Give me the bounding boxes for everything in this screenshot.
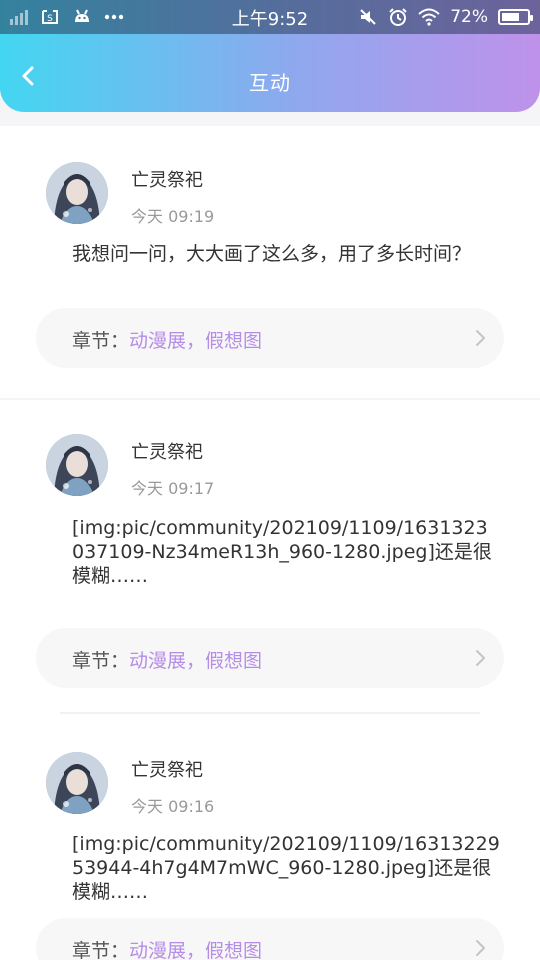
comment-time: 今天 09:16 [131,797,215,816]
divider [60,712,480,714]
wifi-icon [418,8,440,26]
chevron-right-icon [476,940,485,956]
comment-text: 我想问一问，大大画了这么多，用了多长时间？ [72,243,472,265]
chapter-label: 章节：动漫展，假想图 [72,936,262,960]
mute-icon [360,9,376,25]
status-bar: S 上午9:52 72% [0,0,540,34]
comment-text: [img:pic/community/202109/1109/163132303… [72,517,492,587]
status-right-icons: 72% [358,5,533,29]
avatar[interactable] [46,752,108,814]
title-bar: 互动 [0,34,540,112]
chapter-name: 动漫展，假想图 [129,940,263,960]
chapter-prefix: 章节： [72,940,130,960]
battery-fill [502,13,520,21]
chapter-label: 章节：动漫展，假想图 [72,646,262,673]
username: 亡灵祭祀 [131,760,203,781]
header: S 上午9:52 72% 互动 [0,0,540,112]
comment-time: 今天 09:17 [131,479,215,498]
chapter-prefix: 章节： [72,650,130,672]
page-title: 互动 [249,71,291,95]
chapter-prefix: 章节： [72,330,130,352]
chapter-link-row[interactable]: 章节：动漫展，假想图 [36,918,504,960]
comment-card: 亡灵祭祀 今天 09:19 我想问一问，大大画了这么多，用了多长时间？ 章节：动… [0,126,540,398]
username: 亡灵祭祀 [131,442,203,463]
comment-card: 亡灵祭祀 今天 09:17 [img:pic/community/202109/… [0,400,540,716]
comment-card: 亡灵祭祀 今天 09:16 [img:pic/community/202109/… [0,716,540,960]
chevron-right-icon [476,330,485,346]
avatar[interactable] [46,162,108,224]
chapter-label: 章节：动漫展，假想图 [72,326,262,353]
comment-time: 今天 09:19 [131,207,215,226]
chapter-link-row[interactable]: 章节：动漫展，假想图 [36,308,504,368]
alarm-icon [389,8,407,26]
chapter-name: 动漫展，假想图 [129,650,263,672]
chapter-name: 动漫展，假想图 [129,330,263,352]
comment-text: [img:pic/community/202109/1109/163132295… [72,833,500,903]
chevron-right-icon [476,650,485,666]
comment-list: 亡灵祭祀 今天 09:19 我想问一问，大大画了这么多，用了多长时间？ 章节：动… [0,126,540,960]
chapter-link-row[interactable]: 章节：动漫展，假想图 [36,628,504,688]
avatar[interactable] [46,434,108,496]
interaction-page: S 上午9:52 72% 互动 亡灵祭祀 今天 09:19 我想问一问，大大画了… [0,0,540,960]
username: 亡灵祭祀 [131,170,203,191]
battery-percent: 72% [450,7,488,27]
battery-icon [498,9,533,25]
